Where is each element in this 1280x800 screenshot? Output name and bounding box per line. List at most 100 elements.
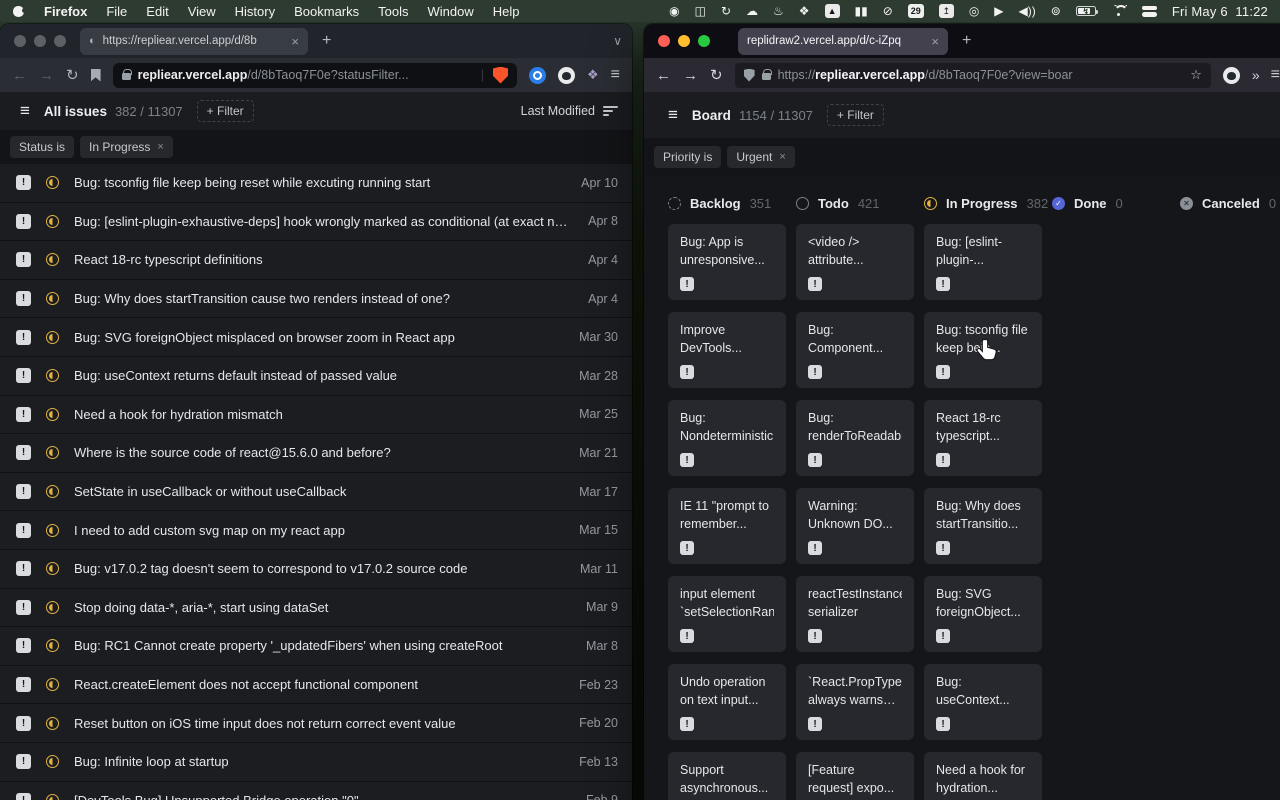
issue-row[interactable]: Bug: tsconfig file keep being reset whil…: [0, 164, 632, 203]
bookmark-icon[interactable]: [91, 69, 101, 82]
filter-value-chip[interactable]: In Progress ×: [80, 136, 173, 158]
in-progress-status-icon[interactable]: [46, 369, 59, 382]
stats-bars-icon[interactable]: ▮▮: [855, 5, 868, 17]
urgent-priority-icon[interactable]: [16, 175, 31, 190]
in-progress-status-icon[interactable]: [46, 639, 59, 652]
urgent-priority-icon[interactable]: [16, 330, 31, 345]
browser-tab[interactable]: replidraw2.vercel.app/d/c-iZpq ×: [738, 28, 948, 55]
blocker-icon[interactable]: ⊘: [883, 5, 893, 17]
minimize-button[interactable]: [34, 35, 46, 47]
menubar-menu[interactable]: File: [106, 4, 127, 19]
menubar-menu[interactable]: Help: [493, 4, 520, 19]
urgent-priority-icon[interactable]: [16, 677, 31, 692]
in-progress-status-icon[interactable]: [46, 215, 59, 228]
issue-card[interactable]: Undo operation on text input...: [668, 664, 786, 740]
in-progress-status-icon[interactable]: [46, 794, 59, 800]
onepassword-extension-icon[interactable]: [529, 67, 546, 84]
sort-control[interactable]: Last Modified: [521, 104, 618, 118]
filter-field-chip[interactable]: Priority is: [654, 146, 721, 168]
close-button[interactable]: [658, 35, 670, 47]
in-progress-status-icon[interactable]: [46, 292, 59, 305]
browser-menu-icon[interactable]: ≡: [611, 66, 620, 84]
back-button[interactable]: ←: [656, 68, 671, 83]
sidebar-hamburger-icon[interactable]: ≡: [20, 101, 30, 121]
url-bar[interactable]: https://repliear.vercel.app/d/8bTaoq7F0e…: [735, 63, 1211, 88]
urgent-priority-icon[interactable]: [16, 214, 31, 229]
add-filter-button[interactable]: + Filter: [197, 100, 254, 122]
toolbar-overflow-icon[interactable]: »: [1252, 67, 1259, 83]
issue-row[interactable]: [DevTools Bug] Unsupported Bridge operat…: [0, 782, 632, 800]
issue-card[interactable]: <video /> attribute...: [796, 224, 914, 300]
extensions-puzzle-icon[interactable]: ❖: [587, 67, 599, 83]
cloud-icon[interactable]: ☁: [746, 5, 758, 17]
in-progress-status-icon[interactable]: [46, 717, 59, 730]
dropbox-icon[interactable]: ❖: [799, 5, 810, 17]
in-progress-status-icon[interactable]: [46, 524, 59, 537]
control-center-icon[interactable]: [1142, 6, 1157, 17]
tab-close-icon[interactable]: ×: [291, 34, 299, 49]
menubar-menu[interactable]: Edit: [146, 4, 168, 19]
in-progress-status-icon[interactable]: [46, 176, 59, 189]
urgent-priority-icon[interactable]: [16, 561, 31, 576]
in-progress-status-icon[interactable]: [46, 408, 59, 421]
camera-icon[interactable]: ◫: [695, 5, 706, 17]
calendar-icon[interactable]: 29: [908, 4, 924, 18]
urgent-priority-icon[interactable]: [16, 291, 31, 306]
tab-overflow-chevron-icon[interactable]: ∨: [613, 34, 622, 48]
urgent-priority-icon[interactable]: [16, 484, 31, 499]
in-progress-status-icon[interactable]: [46, 331, 59, 344]
in-progress-status-icon[interactable]: [46, 485, 59, 498]
in-progress-status-icon[interactable]: [46, 601, 59, 614]
menubar-menu[interactable]: Window: [428, 4, 474, 19]
issue-row[interactable]: Bug: v17.0.2 tag doesn't seem to corresp…: [0, 550, 632, 589]
issue-row[interactable]: Bug: RC1 Cannot create property '_update…: [0, 627, 632, 666]
urgent-priority-icon[interactable]: [16, 407, 31, 422]
issue-card[interactable]: IE 11 "prompt to remember...: [668, 488, 786, 564]
add-filter-button[interactable]: + Filter: [827, 104, 884, 126]
reload-button[interactable]: ↻: [66, 68, 79, 83]
reload-button[interactable]: ↻: [710, 68, 723, 83]
urgent-priority-icon[interactable]: [16, 445, 31, 460]
issue-row[interactable]: React 18-rc typescript definitions Apr 4: [0, 241, 632, 280]
play-circle-icon[interactable]: ▶: [994, 5, 1003, 17]
sync-icon[interactable]: ↻: [721, 5, 731, 17]
issue-card[interactable]: Improve DevTools...: [668, 312, 786, 388]
issue-row[interactable]: Reset button on iOS time input does not …: [0, 704, 632, 743]
issue-row[interactable]: SetState in useCallback or without useCa…: [0, 473, 632, 512]
issue-row[interactable]: Bug: [eslint-plugin-exhaustive-deps] hoo…: [0, 203, 632, 242]
battery-icon[interactable]: ↯: [1076, 6, 1096, 16]
new-tab-button[interactable]: +: [318, 32, 335, 50]
apple-logo-icon[interactable]: [12, 4, 25, 18]
issue-card[interactable]: Bug: SVG foreignObject...: [924, 576, 1042, 652]
zoom-button[interactable]: [54, 35, 66, 47]
forward-button[interactable]: →: [683, 68, 698, 83]
github-extension-icon[interactable]: [1223, 67, 1240, 84]
tracking-shield-icon[interactable]: [744, 69, 755, 82]
assistant-icon[interactable]: ⊚: [1051, 5, 1061, 17]
issue-card[interactable]: Bug: renderToReadableStream: [796, 400, 914, 476]
issue-card[interactable]: React 18-rc typescript...: [924, 400, 1042, 476]
urgent-priority-icon[interactable]: [16, 638, 31, 653]
volume-icon[interactable]: ◀)): [1019, 5, 1036, 17]
urgent-priority-icon[interactable]: [16, 793, 31, 800]
remove-filter-icon[interactable]: ×: [157, 141, 163, 153]
menubar-clock[interactable]: Fri May 6 11:22: [1172, 4, 1268, 19]
issue-card[interactable]: Bug: Nondeterministic...: [668, 400, 786, 476]
issue-card[interactable]: Bug: tsconfig file keep bein...: [924, 312, 1042, 388]
wifi-icon[interactable]: [1111, 5, 1127, 17]
menubar-app-name[interactable]: Firefox: [44, 4, 87, 19]
issue-card[interactable]: Bug: Why does startTransitio...: [924, 488, 1042, 564]
in-progress-status-icon[interactable]: [46, 562, 59, 575]
issue-row[interactable]: Bug: Infinite loop at startup Feb 13: [0, 743, 632, 782]
issue-card[interactable]: Warning: Unknown DO...: [796, 488, 914, 564]
record-icon[interactable]: ◉: [669, 5, 679, 17]
issue-card[interactable]: Bug: Component...: [796, 312, 914, 388]
issue-row[interactable]: Bug: SVG foreignObject misplaced on brow…: [0, 318, 632, 357]
menubar-menu[interactable]: Bookmarks: [294, 4, 359, 19]
back-button[interactable]: ←: [12, 68, 27, 83]
menubar-menu[interactable]: History: [235, 4, 275, 19]
remove-filter-icon[interactable]: ×: [779, 151, 785, 163]
issue-card[interactable]: Bug: useContext...: [924, 664, 1042, 740]
browser-menu-icon[interactable]: ≡: [1271, 66, 1280, 84]
forward-button[interactable]: →: [39, 68, 54, 83]
